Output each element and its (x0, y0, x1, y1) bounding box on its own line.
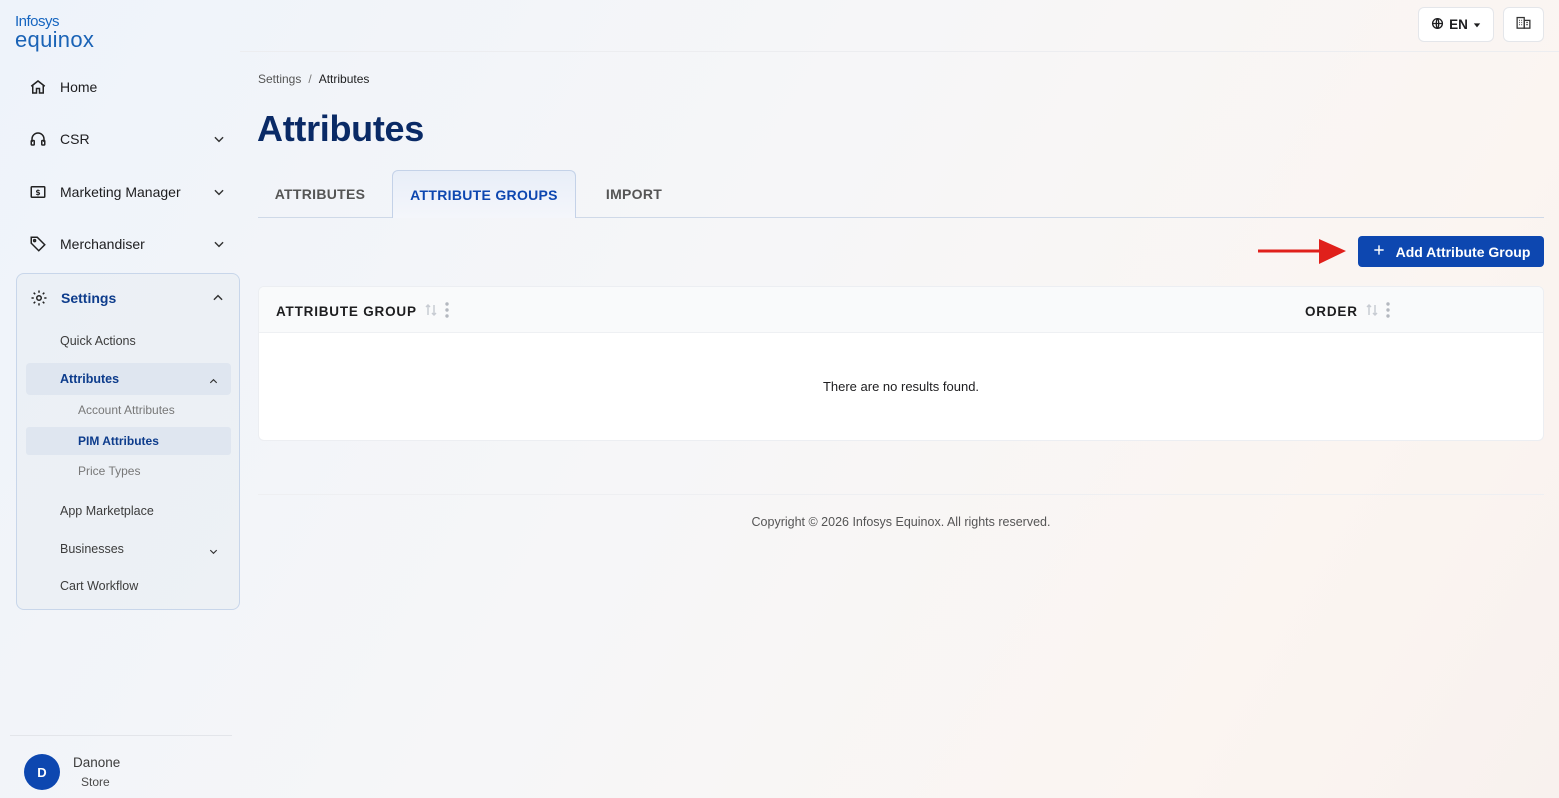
footer-divider (258, 494, 1544, 495)
caret-down-icon (1473, 17, 1481, 32)
add-attribute-group-label: Add Attribute Group (1395, 243, 1531, 260)
avatar[interactable]: D (24, 754, 60, 790)
column-menu-icon[interactable] (1386, 302, 1390, 321)
sidebar-subitem-app-marketplace[interactable]: App Marketplace (60, 504, 154, 518)
sidebar: Infosys equinox Home CSR $ Marketing Man… (0, 0, 240, 798)
sidebar-subitem-businesses[interactable]: Businesses (60, 542, 124, 556)
chevron-down-icon[interactable] (212, 237, 226, 254)
chevron-down-icon[interactable] (208, 544, 219, 562)
user-store: Store (81, 775, 110, 789)
add-attribute-group-button[interactable]: Add Attribute Group (1358, 236, 1544, 267)
page-title: Attributes (257, 108, 424, 149)
column-menu-icon[interactable] (445, 302, 449, 321)
sidebar-item-csr[interactable]: CSR (16, 119, 238, 159)
plus-icon (1372, 243, 1386, 260)
sidebar-item-home[interactable]: Home (16, 67, 238, 107)
gear-icon (17, 289, 61, 307)
sidebar-subitem-account-attributes[interactable]: Account Attributes (78, 403, 175, 417)
empty-state-message: There are no results found. (822, 379, 980, 394)
sidebar-subitem-cart-workflow[interactable]: Cart Workflow (60, 579, 138, 593)
sidebar-item-label: CSR (60, 131, 90, 147)
chevron-down-icon[interactable] (212, 185, 226, 202)
user-name: Danone (73, 755, 121, 770)
sidebar-subitem-attributes[interactable]: Attributes (60, 372, 119, 386)
column-header-label: ATTRIBUTE GROUP (276, 304, 417, 319)
globe-icon (1431, 17, 1444, 33)
attribute-groups-table: ATTRIBUTE GROUP ORDER There are no resul… (258, 286, 1544, 441)
user-divider (10, 735, 232, 736)
dollar-box-icon: $ (16, 183, 60, 201)
tab-attributes[interactable]: ATTRIBUTES (258, 170, 382, 218)
infosys-equinox-logo[interactable]: Infosys equinox (15, 14, 94, 51)
sidebar-item-marketing-manager[interactable]: $ Marketing Manager (16, 172, 238, 212)
language-button[interactable]: EN (1418, 7, 1494, 42)
home-icon (16, 78, 60, 96)
sidebar-subitem-pim-attributes[interactable]: PIM Attributes (78, 434, 159, 448)
sort-icon[interactable] (1366, 303, 1378, 320)
sort-icon[interactable] (425, 303, 437, 320)
breadcrumb-settings[interactable]: Settings (258, 72, 301, 86)
store-switch-button[interactable] (1503, 7, 1544, 42)
language-label: EN (1449, 17, 1468, 32)
sidebar-subitem-price-types[interactable]: Price Types (78, 464, 140, 478)
copyright-text: Copyright © 2026 Infosys Equinox. All ri… (751, 515, 1051, 529)
chevron-down-icon[interactable] (212, 132, 226, 149)
headset-icon (16, 130, 60, 148)
sidebar-item-label: Settings (61, 290, 117, 306)
tab-import[interactable]: IMPORT (590, 170, 678, 218)
table-header: ATTRIBUTE GROUP ORDER (259, 287, 1543, 333)
sidebar-subitem-attributes-bg[interactable] (26, 363, 231, 395)
settings-group: Settings Quick Actions Attributes Accoun… (16, 273, 240, 610)
sidebar-item-settings[interactable]: Settings (17, 278, 239, 318)
logo-line-2: equinox (15, 27, 95, 52)
breadcrumb-current: Attributes (318, 72, 370, 86)
sidebar-item-label: Home (60, 79, 98, 95)
breadcrumb-separator: / (308, 72, 312, 86)
topbar-divider (240, 51, 1559, 52)
column-header-order[interactable]: ORDER (1305, 302, 1390, 321)
breadcrumb: Settings / Attributes (258, 72, 369, 86)
chevron-up-icon[interactable] (208, 374, 219, 392)
svg-text:$: $ (35, 188, 40, 197)
building-icon (1515, 14, 1532, 36)
sidebar-subitem-quick-actions[interactable]: Quick Actions (60, 334, 136, 348)
chevron-up-icon[interactable] (211, 291, 225, 308)
red-arrow-annotation (1257, 238, 1347, 271)
column-header-attribute-group[interactable]: ATTRIBUTE GROUP (276, 302, 449, 321)
tag-icon (16, 235, 60, 253)
column-header-label: ORDER (1305, 304, 1358, 319)
sidebar-item-label: Merchandiser (60, 236, 145, 252)
sidebar-item-merchandiser[interactable]: Merchandiser (16, 224, 238, 264)
tab-attribute-groups[interactable]: ATTRIBUTE GROUPS (392, 170, 576, 218)
sidebar-item-label: Marketing Manager (60, 184, 181, 200)
